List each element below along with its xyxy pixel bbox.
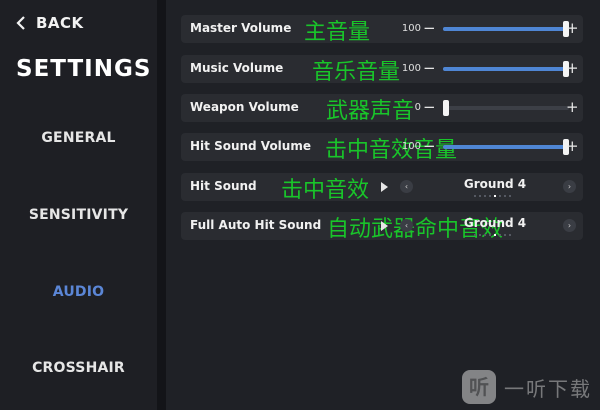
option-dot bbox=[494, 195, 496, 197]
option-indicator bbox=[474, 234, 511, 236]
option-dot bbox=[504, 195, 506, 197]
back-button[interactable]: BACK bbox=[16, 12, 84, 34]
next-option-button[interactable]: › bbox=[563, 180, 576, 193]
option-dot bbox=[479, 195, 481, 197]
volume-slider[interactable] bbox=[443, 21, 569, 37]
caption-overlay: 主音量 bbox=[304, 20, 371, 45]
volume-slider[interactable] bbox=[443, 100, 569, 116]
option-dot bbox=[509, 195, 511, 197]
option-dot bbox=[489, 234, 491, 236]
volume-slider[interactable] bbox=[443, 61, 569, 77]
setting-label: Master Volume bbox=[190, 21, 292, 35]
site-watermark: 听 一听下载 bbox=[462, 370, 592, 404]
caption-overlay: 音乐音量 bbox=[312, 60, 401, 85]
volume-value: 100 bbox=[401, 141, 421, 152]
slider-fill bbox=[443, 27, 566, 31]
setting-label: Weapon Volume bbox=[190, 100, 299, 114]
full-auto-hit-sound-selected: Ground 4 bbox=[463, 216, 527, 230]
increase-button[interactable]: + bbox=[566, 18, 579, 38]
hit-sound-selected: Ground 4 bbox=[463, 177, 527, 191]
decrease-button[interactable]: − bbox=[423, 18, 436, 38]
option-dot bbox=[499, 234, 501, 236]
setting-label: Hit Sound bbox=[190, 179, 257, 193]
increase-button[interactable]: + bbox=[566, 97, 579, 117]
play-preview-icon[interactable] bbox=[381, 182, 388, 192]
increase-button[interactable]: + bbox=[566, 58, 579, 78]
page-title: SETTINGS bbox=[16, 56, 152, 82]
setting-label: Music Volume bbox=[190, 61, 284, 75]
option-dot bbox=[479, 234, 481, 236]
setting-row-hit-sound: Hit Sound 击中音效 ‹ Ground 4 › bbox=[181, 173, 583, 203]
volume-value: 100 bbox=[401, 63, 421, 74]
nav-item-sensitivity[interactable]: SENSITIVITY bbox=[0, 207, 157, 223]
setting-row-music-volume: Music Volume 音乐音量 100 − + bbox=[181, 55, 583, 85]
volume-slider[interactable] bbox=[443, 139, 569, 155]
setting-label: Hit Sound Volume bbox=[190, 139, 311, 153]
previous-option-button[interactable]: ‹ bbox=[400, 219, 413, 232]
watermark-text: 一听下载 bbox=[504, 376, 592, 401]
option-dot bbox=[474, 195, 476, 197]
setting-label: Full Auto Hit Sound bbox=[190, 218, 322, 232]
caption-overlay: 击中音效 bbox=[281, 178, 370, 203]
option-dot bbox=[489, 195, 491, 197]
nav-item-crosshair[interactable]: CROSSHAIR bbox=[0, 360, 157, 376]
slider-thumb[interactable] bbox=[443, 100, 449, 116]
slider-fill bbox=[443, 67, 566, 71]
back-label: BACK bbox=[36, 14, 84, 32]
option-dot bbox=[484, 195, 486, 197]
option-dot bbox=[499, 195, 501, 197]
increase-button[interactable]: + bbox=[566, 136, 579, 156]
setting-row-hit-sound-volume: Hit Sound Volume 击中音效音量 100 − + bbox=[181, 133, 583, 163]
option-dot bbox=[494, 234, 496, 236]
option-dot bbox=[484, 234, 486, 236]
caption-overlay: 击中音效音量 bbox=[325, 138, 458, 163]
nav-item-audio[interactable]: AUDIO bbox=[0, 284, 157, 300]
setting-row-weapon-volume: Weapon Volume 武器声音 0 − + bbox=[181, 94, 583, 124]
setting-row-master-volume: Master Volume 主音量 100 − + bbox=[181, 15, 583, 45]
play-preview-icon[interactable] bbox=[381, 221, 388, 231]
volume-value: 0 bbox=[414, 102, 421, 113]
settings-sidebar: BACK SETTINGS GENERAL SENSITIVITY AUDIO … bbox=[0, 0, 157, 410]
previous-option-button[interactable]: ‹ bbox=[400, 180, 413, 193]
nav-item-general[interactable]: GENERAL bbox=[0, 130, 157, 146]
chevron-left-icon bbox=[16, 16, 25, 30]
option-dot bbox=[509, 234, 511, 236]
option-dot bbox=[504, 234, 506, 236]
watermark-logo-icon: 听 bbox=[462, 370, 496, 404]
next-option-button[interactable]: › bbox=[563, 219, 576, 232]
audio-settings-panel: Master Volume 主音量 100 − + Music Volume 音… bbox=[166, 0, 600, 410]
setting-row-full-auto-hit-sound: Full Auto Hit Sound 自动武器命中音效 ‹ Ground 4 … bbox=[181, 212, 583, 242]
decrease-button[interactable]: − bbox=[423, 136, 436, 156]
slider-fill bbox=[443, 145, 566, 149]
decrease-button[interactable]: − bbox=[423, 58, 436, 78]
volume-value: 100 bbox=[401, 23, 421, 34]
sidebar-divider bbox=[157, 0, 166, 410]
decrease-button[interactable]: − bbox=[423, 97, 436, 117]
option-indicator bbox=[474, 195, 511, 197]
option-dot bbox=[474, 234, 476, 236]
